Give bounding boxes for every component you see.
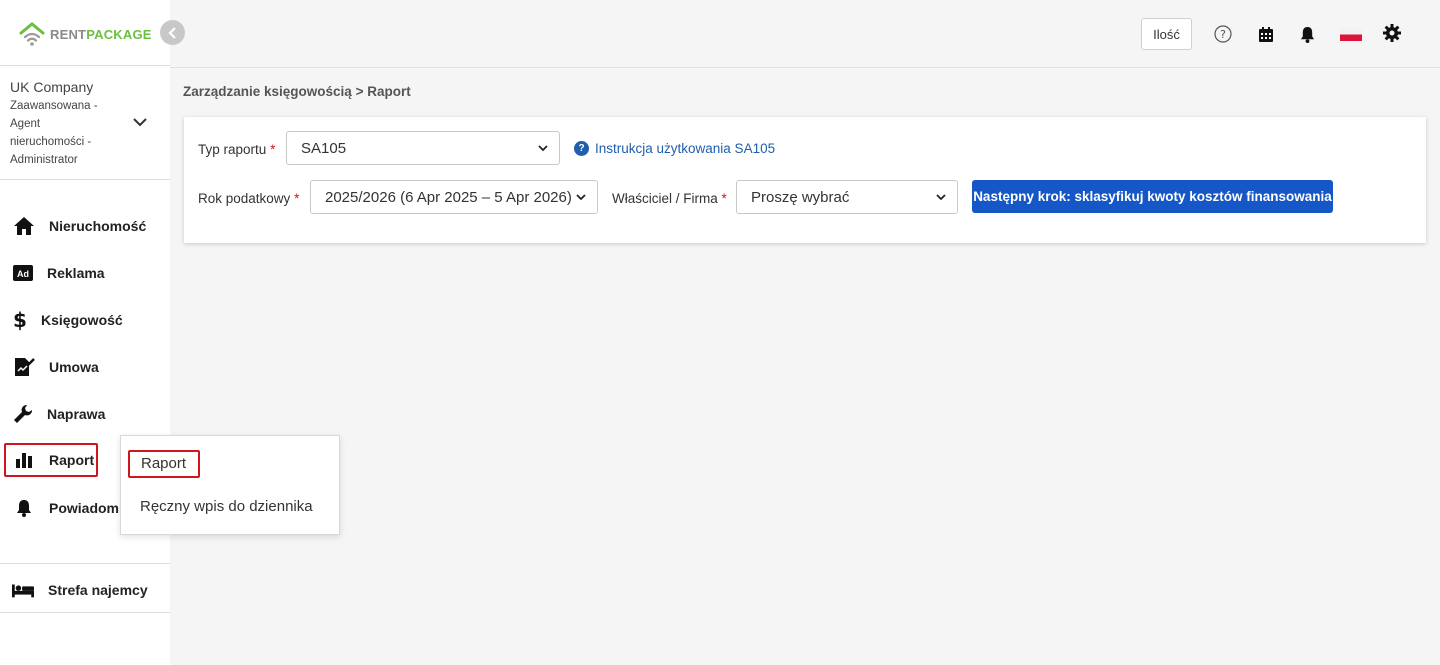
chevron-down-icon[interactable]	[132, 116, 148, 128]
sidebar-item-naprawa[interactable]: Naprawa	[4, 397, 105, 431]
report-form-card: Typ raportu * SA105 ? Instrukcja użytkow…	[184, 117, 1426, 243]
sidebar-divider	[0, 612, 170, 613]
help-icon[interactable]: ?	[1213, 24, 1233, 44]
question-circle-icon: ?	[574, 141, 589, 156]
sidebar-item-ksiegowosc[interactable]: $ Księgowość	[4, 303, 123, 337]
svg-text:$: $	[13, 309, 27, 331]
owner-label-text: Właściciel / Firma	[612, 191, 718, 206]
company-role-line: Agent	[10, 118, 41, 130]
sidebar-item-reklama[interactable]: Ad Reklama	[4, 256, 105, 290]
rentpackage-logo[interactable]: RENTPACKAGE	[18, 20, 152, 48]
company-role-line: nieruchomości -	[10, 136, 92, 148]
sidebar-divider	[0, 563, 170, 564]
company-role: Zaawansowana - Agent nieruchomości - Adm…	[10, 97, 140, 169]
sa105-help-link[interactable]: ? Instrukcja użytkowania SA105	[574, 141, 775, 156]
tax-year-select[interactable]: 2025/2026 (6 Apr 2025 – 5 Apr 2026)	[310, 180, 598, 214]
calendar-icon[interactable]	[1256, 24, 1276, 44]
next-step-button[interactable]: Następny krok: sklasyfikuj kwoty kosztów…	[972, 180, 1333, 213]
bar-chart-icon	[13, 449, 35, 471]
logo-wifi-house-icon	[19, 22, 45, 46]
sidebar-collapse-button[interactable]	[160, 20, 185, 45]
sidebar-item-label: Strefa najemcy	[48, 582, 148, 598]
required-mark: *	[294, 191, 300, 206]
top-bar: Ilość ?	[170, 0, 1440, 68]
sidebar-item-raport[interactable]: Raport	[4, 443, 98, 477]
sidebar-item-label: Reklama	[47, 265, 105, 281]
tax-year-label-text: Rok podatkowy	[198, 191, 291, 206]
required-mark: *	[721, 191, 727, 206]
tax-year-label: Rok podatkowy *	[198, 191, 299, 206]
owner-select[interactable]: Proszę wybrać	[736, 180, 958, 214]
logo-text-rent: RENT	[50, 26, 87, 42]
owner-value: Proszę wybrać	[751, 188, 850, 206]
contract-icon	[13, 356, 35, 378]
report-type-select[interactable]: SA105	[286, 131, 560, 165]
sidebar-item-label: Umowa	[49, 359, 99, 375]
report-type-label-text: Typ raportu	[198, 142, 267, 157]
svg-text:?: ?	[1220, 28, 1226, 41]
company-role-line: Zaawansowana -	[10, 100, 98, 112]
sidebar-item-label: Powiadomi	[49, 500, 123, 516]
ilosc-button[interactable]: Ilość	[1141, 18, 1192, 50]
sidebar-divider	[0, 179, 170, 180]
raport-submenu: Raport Ręczny wpis do dziennika	[120, 435, 340, 535]
chevron-down-icon	[936, 194, 946, 201]
bell-icon[interactable]	[1297, 24, 1317, 44]
ad-icon: Ad	[13, 262, 33, 284]
dollar-icon: $	[13, 309, 27, 331]
submenu-item-manual-journal[interactable]: Ręczny wpis do dziennika	[140, 498, 313, 515]
breadcrumb: Zarządzanie księgowością > Raport	[183, 84, 411, 99]
bell-icon	[13, 497, 35, 519]
report-type-value: SA105	[301, 139, 347, 157]
sidebar-divider	[0, 65, 170, 66]
sidebar-item-umowa[interactable]: Umowa	[4, 350, 99, 384]
owner-label: Właściciel / Firma *	[612, 191, 727, 206]
poland-flag-icon[interactable]	[1340, 24, 1362, 44]
chevron-down-icon	[538, 145, 548, 152]
tax-year-value: 2025/2026 (6 Apr 2025 – 5 Apr 2026)	[325, 188, 572, 206]
company-switcher[interactable]: UK Company Zaawansowana - Agent nierucho…	[10, 78, 140, 169]
sidebar-item-label: Raport	[49, 452, 95, 468]
home-icon	[13, 215, 35, 237]
sidebar: RENTPACKAGE UK Company Zaawansowana - Ag…	[0, 0, 170, 665]
logo-text-package: PACKAGE	[86, 26, 152, 42]
sidebar-item-label: Nieruchomość	[49, 218, 147, 234]
company-role-line: Administrator	[10, 154, 78, 166]
submenu-item-raport[interactable]: Raport	[128, 450, 200, 478]
required-mark: *	[270, 142, 276, 157]
sidebar-item-strefa-najemcy[interactable]: Strefa najemcy	[4, 573, 164, 607]
sidebar-item-label: Naprawa	[47, 406, 106, 422]
bed-icon	[12, 579, 34, 601]
sa105-help-link-text: Instrukcja użytkowania SA105	[595, 141, 776, 156]
svg-text:Ad: Ad	[17, 269, 29, 279]
gear-icon[interactable]	[1382, 23, 1402, 43]
report-type-label: Typ raportu *	[198, 142, 275, 157]
chevron-left-icon	[167, 26, 176, 39]
chevron-down-icon	[576, 194, 586, 201]
sidebar-item-nieruchomosc[interactable]: Nieruchomość	[4, 209, 146, 243]
wrench-icon	[13, 403, 33, 425]
company-name: UK Company	[10, 79, 94, 95]
sidebar-item-label: Księgowość	[41, 312, 123, 328]
logo-text: RENTPACKAGE	[50, 27, 152, 42]
